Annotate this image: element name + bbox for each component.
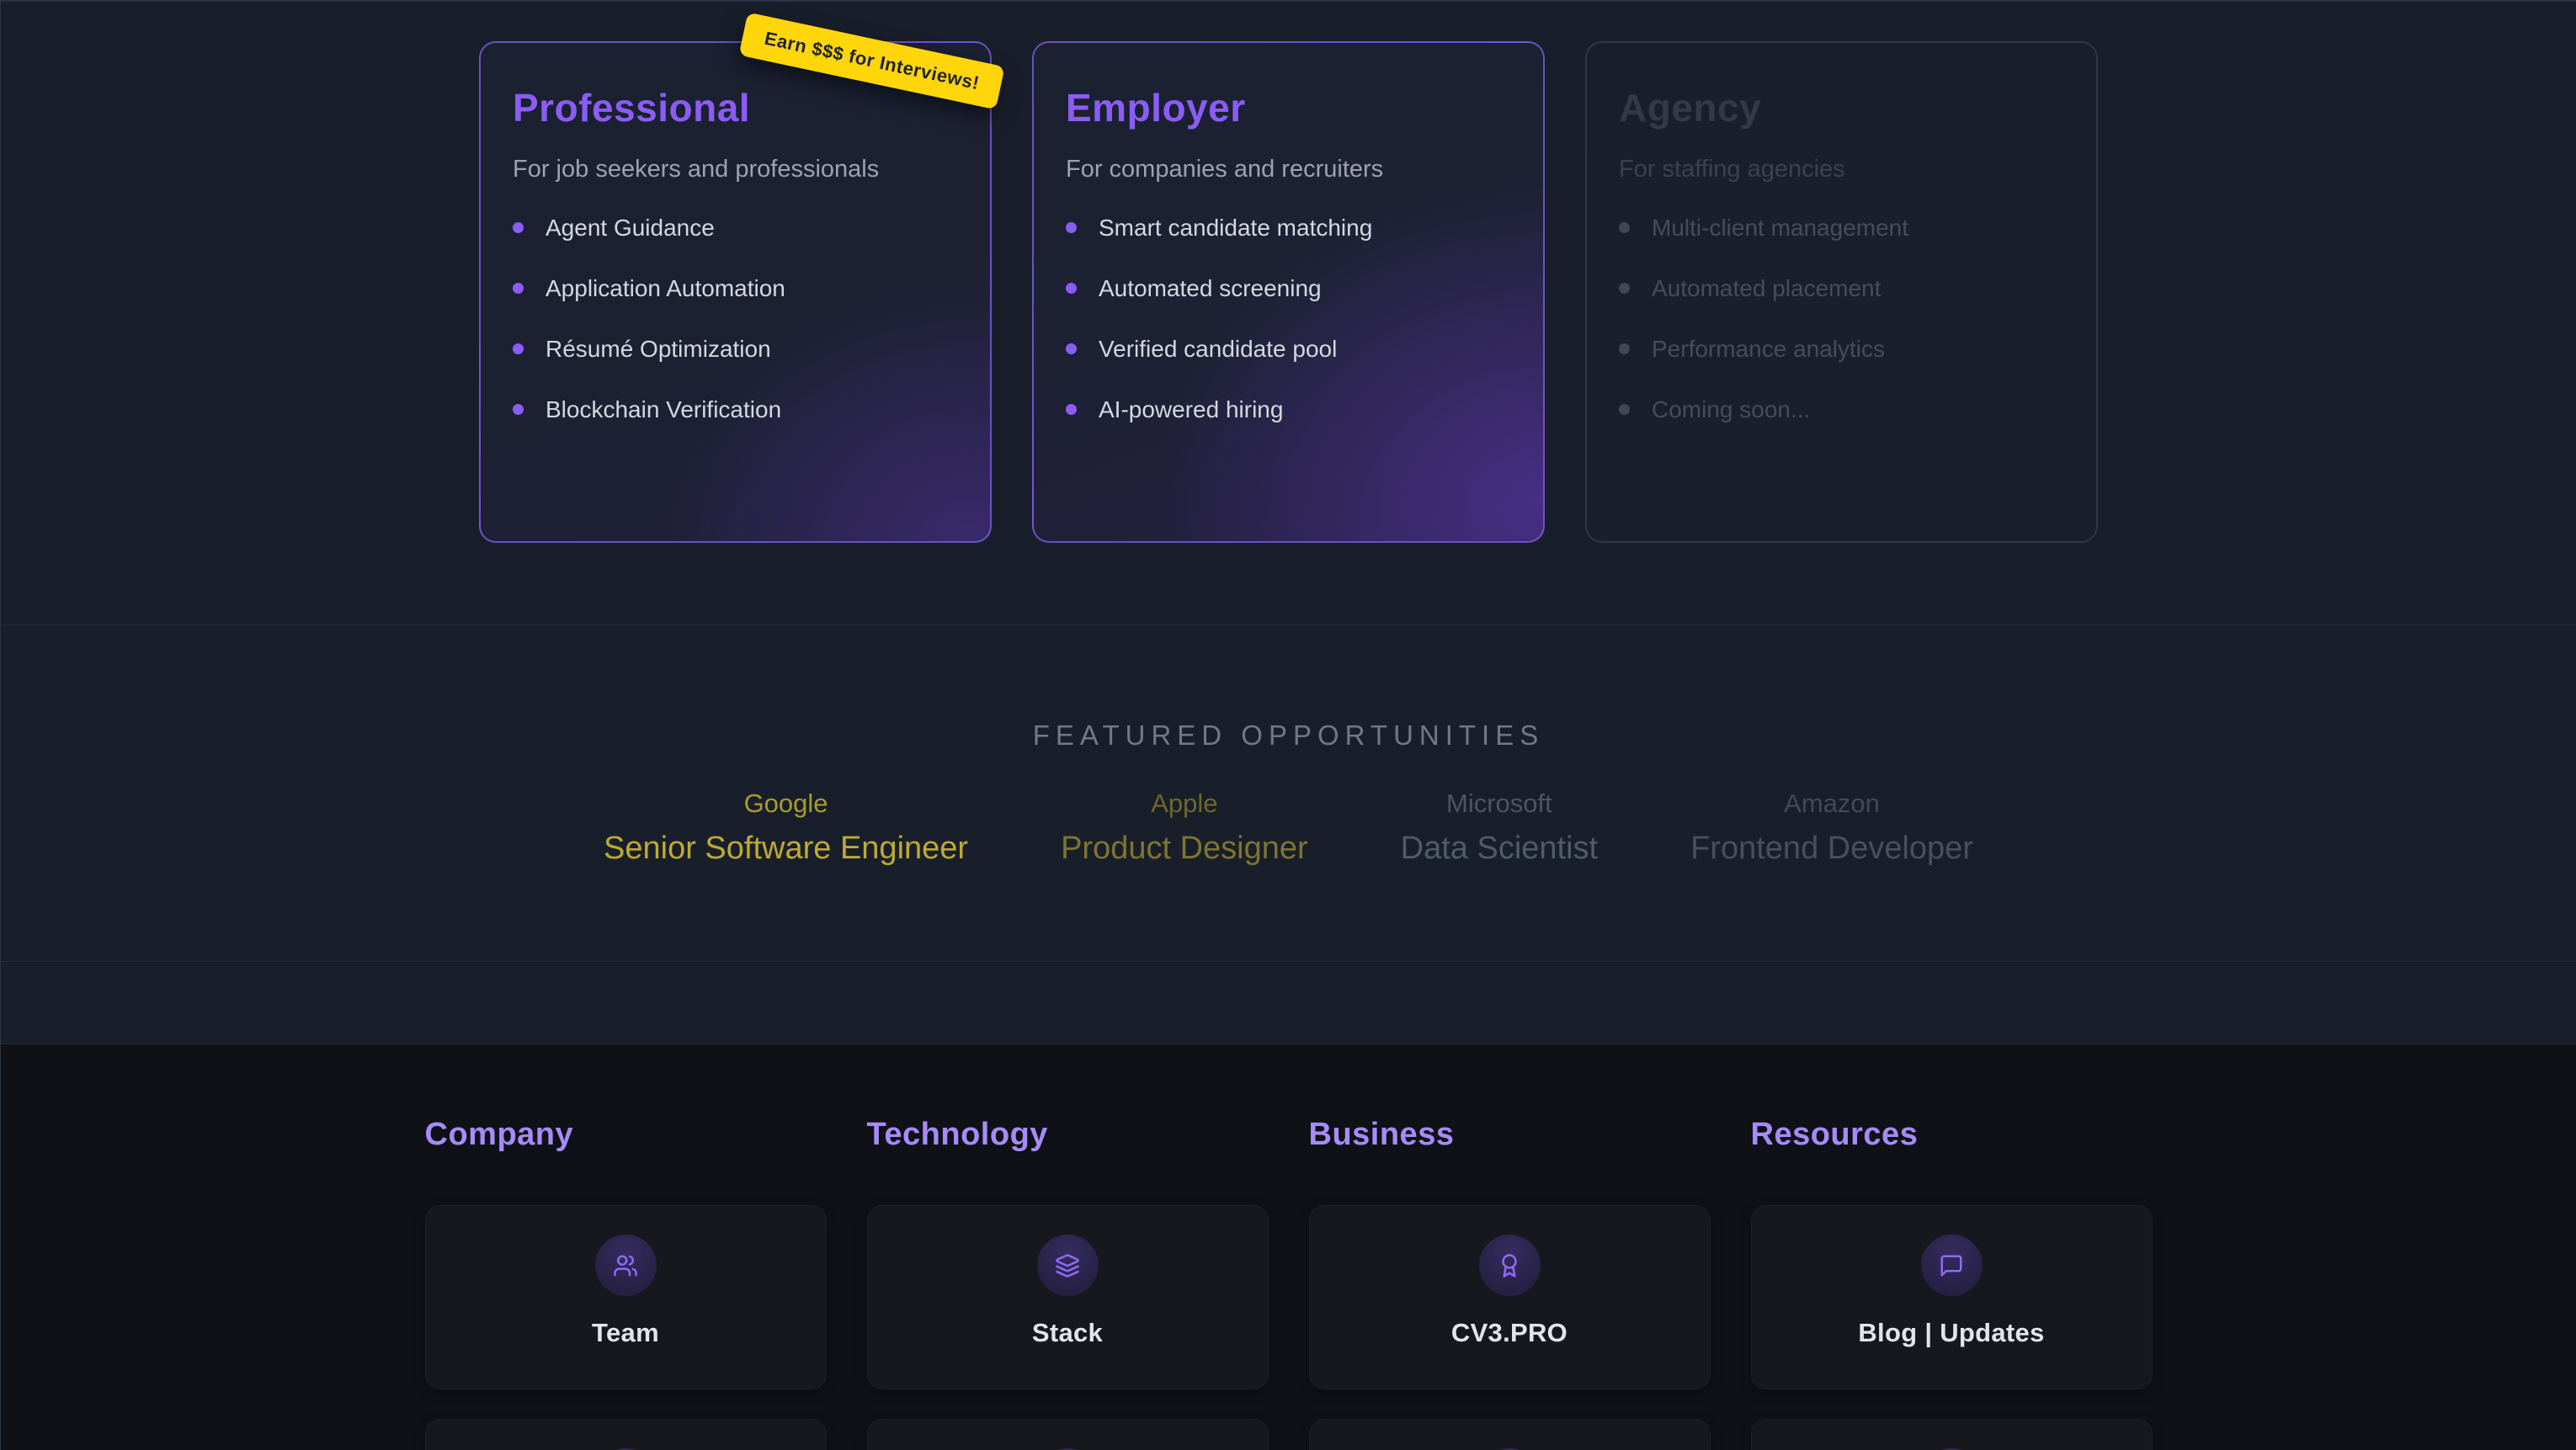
footer-card-team[interactable]: Team	[425, 1205, 827, 1389]
icon-circle	[1921, 1235, 1983, 1296]
featured-jobs-carousel: Google Senior Software Engineer Apple Pr…	[1, 789, 2576, 867]
bullet-dot-icon	[1066, 404, 1077, 415]
bullet-dot-icon	[1066, 222, 1077, 233]
job-title: Frontend Developer	[1690, 831, 1973, 867]
plan-feature: Multi-client management	[1619, 214, 2064, 242]
plan-card-professional[interactable]: Professional For job seekers and profess…	[479, 41, 992, 543]
landing-page: Earn $$$ for Interviews! Professional Fo…	[0, 0, 2576, 1450]
footer-column-business: Business CV3.PRO	[1309, 1117, 1711, 1450]
chat-icon	[1939, 1253, 1964, 1278]
plan-title: Professional	[513, 85, 958, 130]
icon-circle	[1037, 1235, 1099, 1296]
footer-heading: Resources	[1751, 1117, 2153, 1153]
layers-icon	[1055, 1253, 1080, 1278]
footer-heading: Business	[1309, 1117, 1711, 1153]
bullet-dot-icon	[513, 222, 524, 233]
footer-card-label: Stack	[1032, 1318, 1103, 1348]
spacer-section	[1, 961, 2576, 1044]
site-footer: Company Team Technology	[1, 1044, 2576, 1450]
footer-card-label: Team	[592, 1318, 659, 1348]
footer-card-label: CV3.PRO	[1451, 1318, 1567, 1348]
footer-column-resources: Resources Blog | Updates	[1751, 1117, 2153, 1450]
plan-feature: Smart candidate matching	[1066, 214, 1511, 242]
job-company: Apple	[1061, 789, 1308, 819]
plan-feature: AI-powered hiring	[1066, 396, 1511, 423]
plan-feature-list: Multi-client management Automated placem…	[1619, 214, 2064, 423]
plan-subtitle: For companies and recruiters	[1066, 156, 1511, 183]
footer-column-technology: Technology Stack	[867, 1117, 1269, 1450]
job-company: Amazon	[1690, 789, 1973, 819]
bullet-dot-icon	[513, 343, 524, 354]
users-icon	[613, 1253, 638, 1278]
job-title: Product Designer	[1061, 831, 1308, 867]
featured-job-google[interactable]: Google Senior Software Engineer	[604, 789, 968, 867]
plan-card-employer[interactable]: Employer For companies and recruiters Sm…	[1032, 41, 1545, 543]
bullet-dot-icon	[1066, 343, 1077, 354]
award-icon	[1497, 1253, 1522, 1278]
plan-feature: Automated screening	[1066, 274, 1511, 302]
job-title: Senior Software Engineer	[604, 831, 968, 867]
plan-feature: Coming soon...	[1619, 396, 2064, 423]
plans-section: Earn $$$ for Interviews! Professional Fo…	[1, 0, 2576, 624]
featured-opportunities-section: FEATURED OPPORTUNITIES Google Senior Sof…	[1, 624, 2576, 961]
featured-heading: FEATURED OPPORTUNITIES	[1, 720, 2576, 752]
footer-card-partial[interactable]	[1751, 1419, 2153, 1450]
plans-row: Earn $$$ for Interviews! Professional Fo…	[479, 2, 2098, 543]
plan-feature: Automated placement	[1619, 274, 2064, 302]
bullet-dot-icon	[1619, 222, 1630, 233]
plan-feature: Verified candidate pool	[1066, 335, 1511, 363]
bullet-dot-icon	[513, 404, 524, 415]
bullet-dot-icon	[1619, 283, 1630, 294]
footer-column-company: Company Team	[425, 1117, 827, 1450]
plan-subtitle: For staffing agencies	[1619, 156, 2064, 183]
footer-card-partial[interactable]	[867, 1419, 1269, 1450]
featured-job-apple[interactable]: Apple Product Designer	[1061, 789, 1308, 867]
bullet-dot-icon	[1066, 283, 1077, 294]
plan-title: Agency	[1619, 85, 2064, 130]
footer-card-blog[interactable]: Blog | Updates	[1751, 1205, 2153, 1389]
plan-card-agency: Agency For staffing agencies Multi-clien…	[1585, 41, 2098, 543]
footer-card-label: Blog | Updates	[1858, 1318, 2044, 1348]
footer-card-partial[interactable]	[425, 1419, 827, 1450]
icon-circle	[1479, 1235, 1541, 1296]
footer-card-stack[interactable]: Stack	[867, 1205, 1269, 1389]
footer-card-cv3pro[interactable]: CV3.PRO	[1309, 1205, 1711, 1389]
plan-feature: Performance analytics	[1619, 335, 2064, 363]
bullet-dot-icon	[1619, 343, 1630, 354]
job-company: Google	[604, 789, 968, 819]
footer-heading: Technology	[867, 1117, 1269, 1153]
footer-card-partial[interactable]	[1309, 1419, 1711, 1450]
plan-feature: Résumé Optimization	[513, 335, 958, 363]
footer-heading: Company	[425, 1117, 827, 1153]
plan-feature-list: Agent Guidance Application Automation Ré…	[513, 214, 958, 423]
plan-subtitle: For job seekers and professionals	[513, 156, 958, 183]
bullet-dot-icon	[1619, 404, 1630, 415]
plan-feature: Application Automation	[513, 274, 958, 302]
job-title: Data Scientist	[1401, 831, 1598, 867]
icon-circle	[595, 1235, 657, 1296]
plan-feature: Blockchain Verification	[513, 396, 958, 423]
job-company: Microsoft	[1401, 789, 1598, 819]
footer-grid: Company Team Technology	[425, 1117, 2153, 1450]
featured-job-amazon[interactable]: Amazon Frontend Developer	[1690, 789, 1973, 867]
plan-feature-list: Smart candidate matching Automated scree…	[1066, 214, 1511, 423]
plan-title: Employer	[1066, 85, 1511, 130]
plan-feature: Agent Guidance	[513, 214, 958, 242]
bullet-dot-icon	[513, 283, 524, 294]
featured-job-microsoft[interactable]: Microsoft Data Scientist	[1401, 789, 1598, 867]
